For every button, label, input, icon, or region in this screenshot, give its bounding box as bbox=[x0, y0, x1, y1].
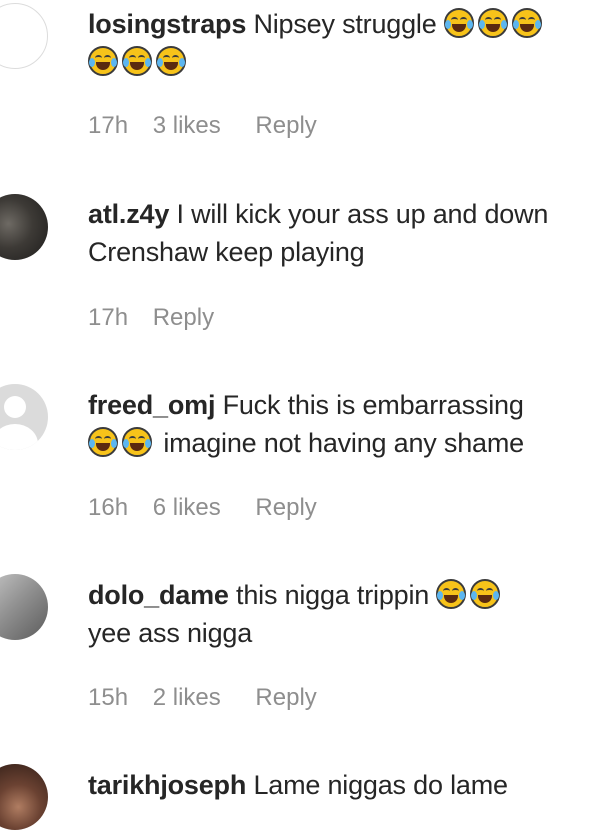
tears-of-joy-emoji-icon bbox=[470, 579, 501, 609]
tears-of-joy-emoji-icon bbox=[436, 579, 467, 609]
comment-text: atl.z4y I will kick your ass up and down… bbox=[88, 195, 598, 271]
comment-timestamp: 17h bbox=[88, 304, 129, 331]
comment-meta: 17h 3 likes Reply bbox=[88, 112, 317, 140]
reply-button[interactable]: Reply bbox=[255, 112, 316, 140]
comment-meta: 17h Reply bbox=[88, 304, 214, 332]
comment-likes[interactable]: 6 likes bbox=[153, 494, 221, 522]
avatar[interactable] bbox=[0, 194, 48, 260]
comment-text: tarikhjoseph Lame niggas do lame bbox=[88, 766, 598, 804]
rolling-laughing-emoji-icon bbox=[511, 8, 542, 38]
comment-text: losingstraps Nipsey struggle bbox=[88, 5, 598, 81]
reply-button[interactable]: Reply bbox=[153, 304, 214, 332]
comment-text: dolo_dame this nigga trippin yee ass nig… bbox=[88, 576, 598, 652]
avatar[interactable] bbox=[0, 764, 48, 830]
comment-body-continued: imagine not having any shame bbox=[163, 428, 524, 458]
comment-username[interactable]: dolo_dame bbox=[88, 580, 229, 610]
comment-body: Fuck this is embarrassing bbox=[222, 390, 524, 420]
avatar[interactable] bbox=[0, 574, 48, 640]
reply-button[interactable]: Reply bbox=[255, 494, 316, 522]
comment-likes[interactable]: 3 likes bbox=[153, 112, 221, 140]
comment-username[interactable]: freed_omj bbox=[88, 390, 215, 420]
comment-likes[interactable]: 2 likes bbox=[153, 684, 221, 712]
reply-button[interactable]: Reply bbox=[255, 684, 316, 712]
comment-timestamp: 15h bbox=[88, 684, 129, 711]
comment-timestamp: 17h bbox=[88, 112, 129, 139]
tears-of-joy-emoji-icon bbox=[88, 427, 118, 457]
comment-body: Lame niggas do lame bbox=[253, 770, 508, 800]
comment-timestamp: 16h bbox=[88, 494, 129, 521]
rolling-laughing-emoji-icon bbox=[443, 8, 474, 38]
comment-username[interactable]: losingstraps bbox=[88, 9, 246, 39]
comment-username[interactable]: tarikhjoseph bbox=[88, 770, 246, 800]
rolling-laughing-emoji-icon bbox=[477, 8, 508, 38]
rolling-laughing-emoji-icon bbox=[88, 46, 118, 76]
comment-text: freed_omj Fuck this is embarrassing imag… bbox=[88, 386, 598, 462]
comment-username[interactable]: atl.z4y bbox=[88, 199, 169, 229]
comment-meta: 16h 6 likes Reply bbox=[88, 494, 317, 522]
default-avatar-icon bbox=[4, 396, 26, 418]
rolling-laughing-emoji-icon bbox=[156, 46, 186, 76]
avatar[interactable] bbox=[0, 384, 48, 450]
comment-body-continued: yee ass nigga bbox=[88, 618, 253, 648]
comment-body: Nipsey struggle bbox=[253, 9, 437, 39]
comment-body: this nigga trippin bbox=[236, 580, 430, 610]
avatar[interactable] bbox=[0, 3, 48, 69]
comment-meta: 15h 2 likes Reply bbox=[88, 684, 317, 712]
rolling-laughing-emoji-icon bbox=[122, 46, 152, 76]
tears-of-joy-emoji-icon bbox=[122, 427, 152, 457]
